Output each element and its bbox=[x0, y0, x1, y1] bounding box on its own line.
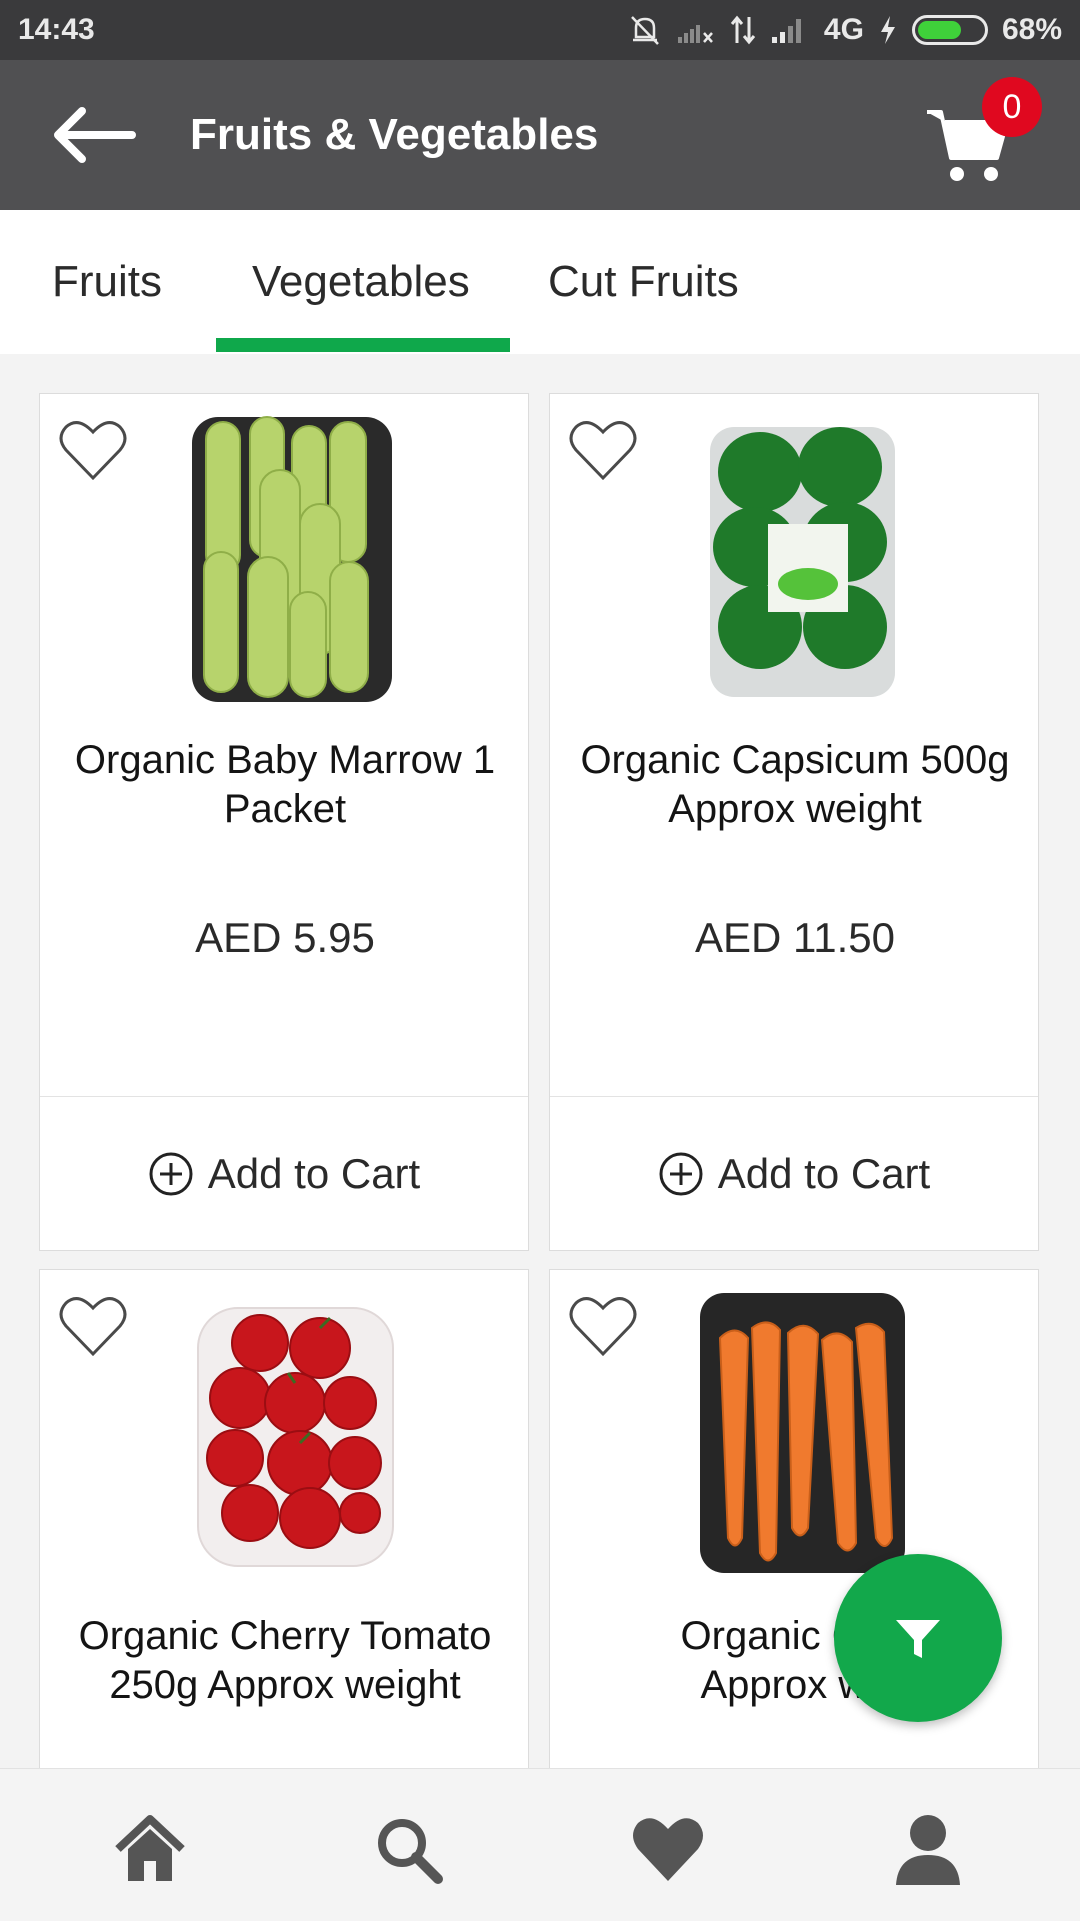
nav-favorites[interactable] bbox=[628, 1809, 708, 1889]
signal-icon bbox=[771, 19, 801, 43]
status-bar: 14:43 4G 68% bbox=[0, 0, 1080, 60]
nav-search[interactable] bbox=[368, 1809, 448, 1889]
category-tabs: Fruits Vegetables Cut Fruits bbox=[0, 210, 1080, 354]
add-to-cart-button[interactable]: Add to Cart bbox=[40, 1096, 528, 1251]
data-arrows-icon bbox=[730, 15, 756, 45]
signal-no-sim-icon bbox=[677, 25, 713, 43]
charging-icon bbox=[880, 16, 895, 44]
nav-profile[interactable] bbox=[888, 1809, 968, 1889]
cart-count-badge: 0 bbox=[982, 77, 1042, 137]
product-name: Organic Baby Marrow 1 Packet bbox=[74, 738, 496, 831]
plus-circle-icon bbox=[659, 1152, 703, 1196]
battery-percent: 68% bbox=[1001, 13, 1062, 46]
search-icon bbox=[378, 1819, 443, 1884]
filter-button[interactable] bbox=[834, 1554, 1002, 1722]
app-bar: Fruits & Vegetables 0 bbox=[0, 60, 1080, 210]
product-card[interactable]: Organic Cherry Tomato 250g Approx weight bbox=[39, 1269, 529, 1789]
tab-vegetables[interactable]: Vegetables bbox=[252, 210, 470, 354]
status-time: 14:43 bbox=[18, 13, 95, 46]
add-to-cart-label: Add to Cart bbox=[717, 1150, 931, 1197]
back-arrow-icon bbox=[54, 107, 136, 163]
carrot-image bbox=[700, 1293, 905, 1573]
add-to-cart-label: Add to Cart bbox=[207, 1150, 421, 1197]
capsicum-image bbox=[710, 427, 895, 697]
favorite-heart-icon[interactable] bbox=[568, 418, 638, 482]
back-button[interactable] bbox=[52, 105, 136, 165]
plus-circle-icon bbox=[149, 1152, 193, 1196]
battery-icon bbox=[911, 15, 988, 45]
heart-icon bbox=[633, 1818, 703, 1881]
baby-marrow-image bbox=[192, 416, 392, 702]
product-price: AED 11.50 bbox=[694, 914, 895, 961]
nav-home[interactable] bbox=[110, 1809, 190, 1889]
cherry-tomato-image bbox=[197, 1307, 394, 1567]
profile-icon bbox=[896, 1815, 960, 1885]
bottom-navigation bbox=[0, 1768, 1080, 1921]
product-card[interactable]: Organic Carr Approx we bbox=[549, 1269, 1039, 1789]
favorite-heart-icon[interactable] bbox=[568, 1294, 638, 1358]
tab-cut-fruits[interactable]: Cut Fruits bbox=[548, 210, 739, 354]
product-name: Organic Cherry Tomato 250g Approx weight bbox=[78, 1614, 492, 1707]
product-card[interactable]: Organic Capsicum 500g Approx weight AED … bbox=[549, 393, 1039, 1251]
favorite-heart-icon[interactable] bbox=[58, 1294, 128, 1358]
filter-icon bbox=[896, 1620, 940, 1658]
tab-selected-indicator bbox=[216, 338, 510, 352]
product-card[interactable]: Organic Baby Marrow 1 Packet AED 5.95 Ad… bbox=[39, 393, 529, 1251]
favorite-heart-icon[interactable] bbox=[58, 418, 128, 482]
product-price: AED 5.95 bbox=[195, 914, 375, 961]
add-to-cart-button[interactable]: Add to Cart bbox=[550, 1096, 1038, 1251]
product-name: Organic Capsicum 500g Approx weight bbox=[580, 738, 1010, 831]
tab-fruits[interactable]: Fruits bbox=[52, 210, 162, 354]
home-icon bbox=[115, 1815, 185, 1881]
mute-bell-icon bbox=[631, 16, 659, 45]
page-title: Fruits & Vegetables bbox=[190, 110, 599, 159]
network-type: 4G bbox=[823, 13, 864, 46]
